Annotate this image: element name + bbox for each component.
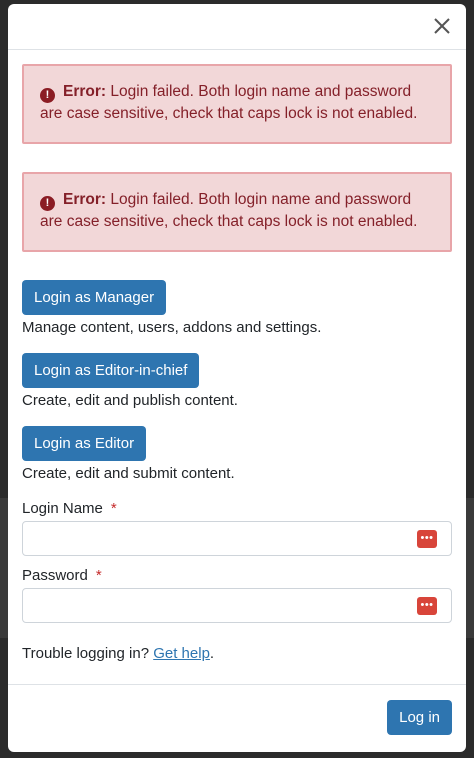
- exclamation-circle-icon: !: [40, 196, 55, 211]
- password-label-text: Password: [22, 567, 88, 584]
- login-as-editor-in-chief-button[interactable]: Login as Editor-in-chief: [22, 353, 200, 388]
- role-description: Manage content, users, addons and settin…: [22, 319, 322, 336]
- modal-footer: Log in: [8, 684, 466, 752]
- exclamation-circle-icon: !: [40, 88, 55, 103]
- password-input[interactable]: [23, 589, 423, 622]
- log-in-button[interactable]: Log in: [387, 700, 452, 735]
- help-text: Trouble logging in? Get help.: [22, 645, 452, 662]
- alert-label: Error:: [63, 83, 107, 100]
- password-field-wrapper: •••: [22, 588, 452, 623]
- password-manager-icon[interactable]: •••: [417, 597, 437, 615]
- alert-label: Error:: [63, 191, 107, 208]
- login-option-editor-in-chief: Login as Editor-in-chief Create, edit an…: [22, 353, 452, 410]
- required-mark: *: [95, 567, 102, 584]
- password-label: Password *: [22, 566, 452, 585]
- required-mark: *: [110, 500, 117, 517]
- login-option-manager: Login as Manager Manage content, users, …: [22, 280, 452, 337]
- login-name-field-wrapper: •••: [22, 521, 452, 556]
- help-prefix: Trouble logging in?: [22, 645, 154, 662]
- help-suffix: .: [209, 645, 215, 662]
- login-as-editor-button[interactable]: Login as Editor: [22, 426, 147, 461]
- login-name-label: Login Name *: [22, 499, 452, 518]
- login-modal: ! Error: Login failed. Both login name an…: [8, 4, 466, 752]
- role-description: Create, edit and publish content.: [22, 392, 238, 409]
- login-name-label-text: Login Name: [22, 500, 103, 517]
- login-name-input[interactable]: [23, 522, 423, 555]
- modal-body: ! Error: Login failed. Both login name an…: [8, 50, 466, 684]
- role-description: Create, edit and submit content.: [22, 465, 235, 482]
- password-manager-icon[interactable]: •••: [417, 530, 437, 548]
- error-alert: ! Error: Login failed. Both login name an…: [22, 172, 452, 252]
- get-help-link[interactable]: Get help: [153, 645, 210, 662]
- login-option-editor: Login as Editor Create, edit and submit …: [22, 426, 452, 483]
- login-as-manager-button[interactable]: Login as Manager: [22, 280, 167, 315]
- error-alert: ! Error: Login failed. Both login name an…: [22, 64, 452, 144]
- modal-header: [8, 4, 466, 50]
- close-icon[interactable]: [430, 14, 454, 38]
